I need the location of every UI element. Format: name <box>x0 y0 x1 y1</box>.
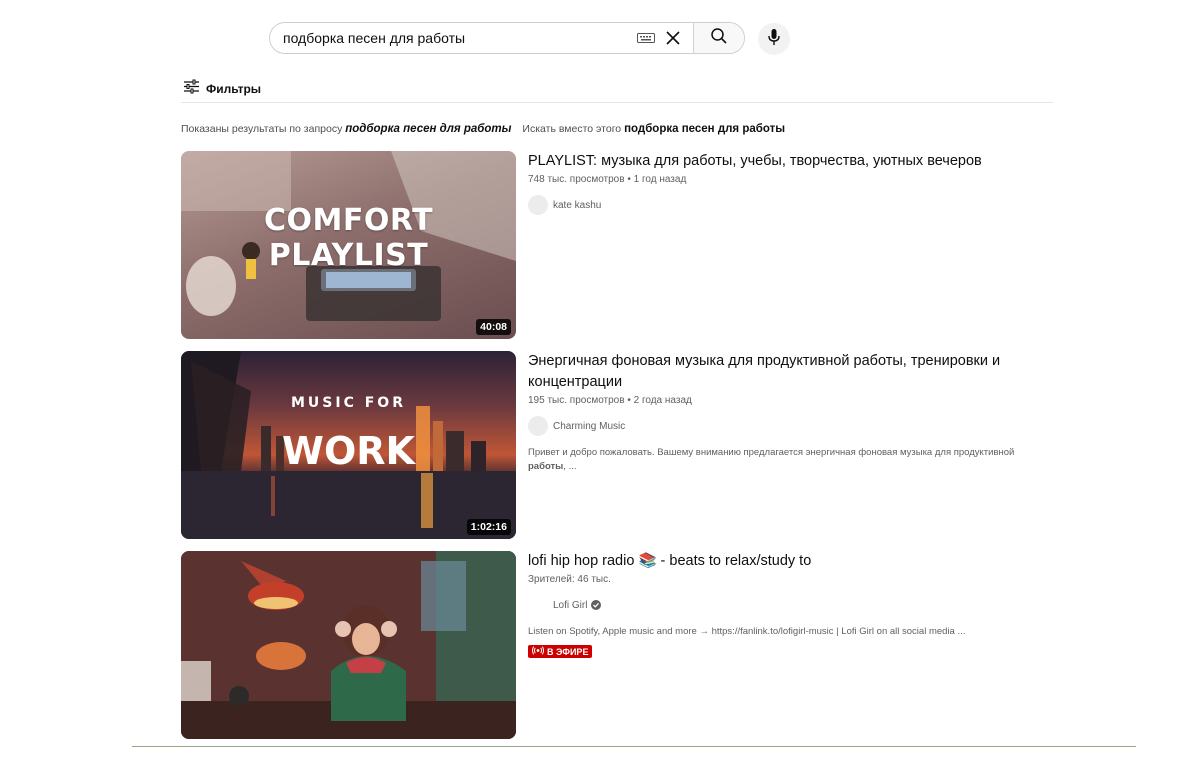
close-icon[interactable] <box>661 26 685 50</box>
video-title[interactable]: PLAYLIST: музыка для работы, учебы, твор… <box>528 151 1038 172</box>
video-title[interactable]: Энергичная фоновая музыка для продуктивн… <box>528 351 1038 393</box>
avatar[interactable] <box>528 195 548 215</box>
filters-label: Фильтры <box>206 82 262 96</box>
divider <box>181 102 1053 103</box>
search-correction: Показаны результаты по запросу подборка … <box>181 123 785 135</box>
avatar[interactable] <box>528 416 548 436</box>
video-meta: 195 тыс. просмотров • 2 года назад <box>528 395 692 406</box>
video-result: COMFORT PLAYLIST 40:08 PLAYLIST: музыка … <box>181 151 1053 339</box>
video-title[interactable]: lofi hip hop radio 📚 - beats to relax/st… <box>528 551 1038 572</box>
thumbnail-caption-small: MUSIC FOR <box>291 395 406 411</box>
search-box <box>269 22 745 54</box>
video-thumbnail[interactable]: COMFORT PLAYLIST 40:08 <box>181 151 516 339</box>
thumbnail-caption: COMFORT PLAYLIST <box>263 203 434 273</box>
video-title-part2[interactable]: - beats to relax/study to <box>661 553 812 569</box>
channel-name[interactable]: kate kashu <box>553 200 601 211</box>
live-badge: В ЭФИРЕ <box>528 645 593 658</box>
avatar[interactable] <box>528 595 548 615</box>
search-button[interactable] <box>693 23 744 53</box>
channel-name[interactable]: Lofi Girl <box>553 600 587 611</box>
thumbnail-caption-big: WORK <box>282 429 415 473</box>
correction-shown-query[interactable]: подборка песен для работы <box>345 123 511 135</box>
verified-check-icon <box>591 600 602 610</box>
video-thumbnail[interactable]: MUSIC FOR WORK 1:02:16 <box>181 351 516 539</box>
broadcast-icon <box>532 646 544 657</box>
channel-name[interactable]: Charming Music <box>553 421 625 432</box>
description-text: Привет и добро пожаловать. Вашему вниман… <box>528 447 1015 458</box>
correction-instead-prefix: Искать вместо этого <box>522 123 622 135</box>
video-thumbnail[interactable] <box>181 551 516 739</box>
correction-instead-query[interactable]: подборка песен для работы <box>624 123 785 135</box>
video-title-part1[interactable]: lofi hip hop radio <box>528 553 634 569</box>
live-badge-label: В ЭФИРЕ <box>547 646 589 657</box>
channel-link[interactable]: kate kashu <box>528 195 1038 215</box>
video-duration: 40:08 <box>476 319 511 335</box>
divider <box>132 746 1136 747</box>
channel-link[interactable]: Charming Music <box>528 416 1038 436</box>
channel-link[interactable]: Lofi Girl <box>528 595 1038 615</box>
mic-icon <box>767 28 781 51</box>
video-info: Энергичная фоновая музыка для продуктивн… <box>528 351 1038 474</box>
sliders-icon <box>183 79 200 99</box>
video-result: MUSIC FOR WORK 1:02:16 Энергичная фонова… <box>181 351 1053 539</box>
description-highlight: работы <box>528 461 564 472</box>
description-tail: , ... <box>563 461 577 472</box>
voice-search-button[interactable] <box>758 23 790 55</box>
search-icon <box>710 27 728 50</box>
search-input[interactable] <box>270 23 637 53</box>
video-meta: Зрителей: 46 тыс. <box>528 574 611 585</box>
keyboard-icon[interactable] <box>637 32 655 44</box>
video-info: lofi hip hop radio 📚 - beats to relax/st… <box>528 551 1038 660</box>
filters-button[interactable]: Фильтры <box>183 79 261 99</box>
video-result: lofi hip hop radio 📚 - beats to relax/st… <box>181 551 1053 739</box>
books-icon: 📚 <box>638 553 657 569</box>
video-meta: 748 тыс. просмотров • 1 год назад <box>528 174 687 185</box>
correction-shown-prefix: Показаны результаты по запросу <box>181 123 343 135</box>
video-description: Listen on Spotify, Apple music and more … <box>528 626 966 637</box>
video-duration: 1:02:16 <box>466 519 511 535</box>
video-info: PLAYLIST: музыка для работы, учебы, твор… <box>528 151 1038 215</box>
video-description: Привет и добро пожаловать. Вашему вниман… <box>528 446 1038 474</box>
